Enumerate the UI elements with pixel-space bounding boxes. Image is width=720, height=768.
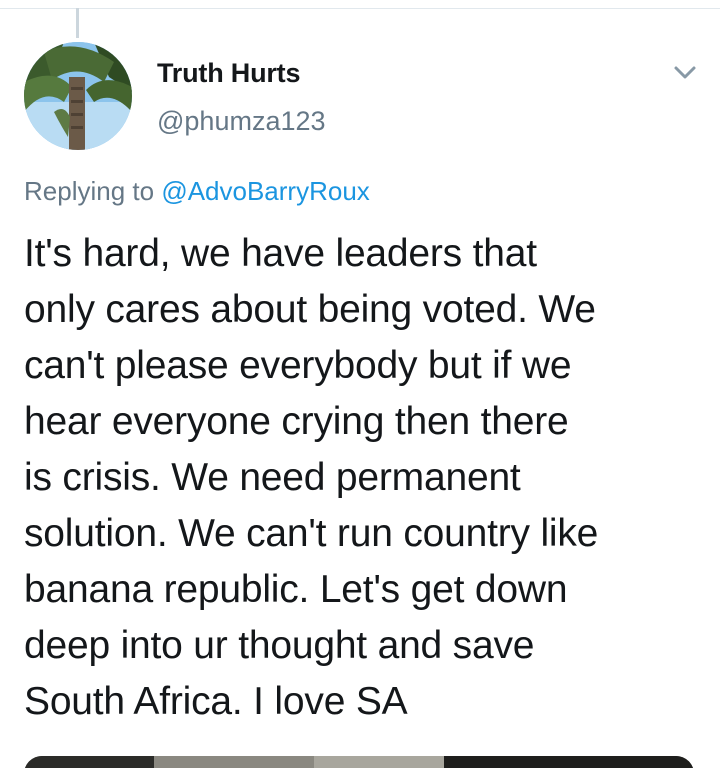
replying-to-label: Replying to <box>24 176 162 206</box>
palm-tree-avatar-icon <box>24 42 132 150</box>
tweet-text-line: banana republic. Let's get down <box>24 568 568 611</box>
author-display-name[interactable]: Truth Hurts <box>157 58 300 89</box>
thread-connector-line <box>76 8 79 38</box>
avatar[interactable] <box>24 42 132 150</box>
tweet-text-line: can't please everybody but if we <box>24 344 572 387</box>
tweet-card[interactable]: Truth Hurts @phumza123 Replying to @Advo… <box>0 0 720 768</box>
tweet-text-line: hear everyone crying then there <box>24 400 569 443</box>
tweet-text-line: solution. We can't run country like <box>24 512 599 555</box>
media-region <box>444 756 694 768</box>
media-region <box>314 756 444 768</box>
media-region <box>24 756 154 768</box>
tweet-text-line: South Africa. I love SA <box>24 680 408 723</box>
tweet-text-line: It's hard, we have leaders that <box>24 232 537 275</box>
tweet-text-line: only cares about being voted. We <box>24 288 596 331</box>
author-handle[interactable]: @phumza123 <box>157 106 326 137</box>
tweet-media-image[interactable] <box>24 756 694 768</box>
media-region <box>154 756 314 768</box>
top-divider <box>0 8 720 9</box>
replying-to-line: Replying to @AdvoBarryRoux <box>24 176 370 207</box>
tweet-text-line: is crisis. We need permanent <box>24 456 521 499</box>
chevron-down-icon[interactable] <box>670 60 700 86</box>
tweet-text: It's hard, we have leaders that only car… <box>24 226 696 730</box>
reply-mention-link[interactable]: @AdvoBarryRoux <box>161 176 369 206</box>
tweet-text-line: deep into ur thought and save <box>24 624 535 667</box>
